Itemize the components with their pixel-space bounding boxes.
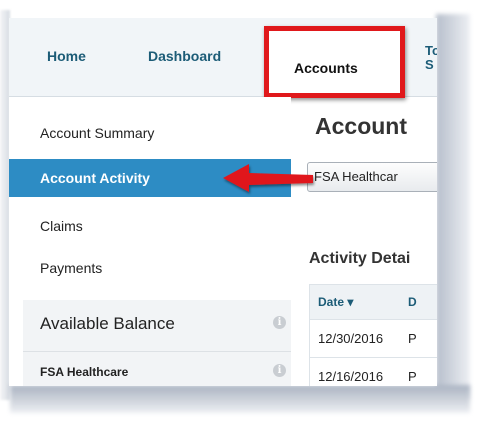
table-cell-date: 12/16/2016 (318, 369, 384, 384)
table-cell-description: P (408, 331, 417, 346)
column-header-date[interactable]: Date ▾ (318, 295, 353, 309)
main-content: Account FSA Healthcar Activity Detai Dat… (291, 97, 437, 386)
frame-shadow-bottom (10, 385, 470, 413)
sidebar-item-claims[interactable]: Claims (9, 209, 291, 243)
screenshot-frame: Home Dashboard Accounts To S Account Sum… (0, 0, 478, 430)
sidebar-item-account-summary[interactable]: Account Summary (9, 116, 291, 150)
nav-tab-truncated-line1: To (425, 43, 437, 58)
nav-tab-accounts-label: Accounts (294, 60, 358, 76)
info-icon[interactable]: i (273, 364, 286, 377)
table-cell-date: 12/30/2016 (318, 331, 384, 346)
nav-tab-truncated[interactable]: To S (425, 44, 437, 72)
info-icon[interactable]: i (273, 316, 286, 329)
column-header-description[interactable]: D (408, 295, 417, 309)
table-header: Date ▾ D (309, 284, 437, 320)
page-title: Account (315, 113, 407, 139)
page-viewport: Home Dashboard Accounts To S Account Sum… (9, 18, 437, 386)
table-row[interactable]: 12/16/2016 P (309, 358, 437, 386)
account-select[interactable]: FSA Healthcar (307, 162, 437, 192)
available-balance-title: Available Balance (40, 314, 175, 333)
nav-tab-dashboard[interactable]: Dashboard (148, 48, 221, 64)
sidebar: Account Summary Account Activity Claims … (9, 97, 291, 386)
available-balance-panel: Available Balance i FSA Healthcare i (23, 300, 291, 386)
balance-divider (23, 351, 291, 352)
nav-tab-truncated-line2: S (425, 57, 434, 72)
balance-account-fsa-healthcare: FSA Healthcare (40, 365, 129, 379)
table-row[interactable]: 12/30/2016 P (309, 320, 437, 358)
sidebar-item-account-activity[interactable]: Account Activity (9, 159, 291, 197)
activity-details-heading: Activity Detai (309, 250, 411, 267)
nav-tab-home[interactable]: Home (47, 48, 86, 64)
nav-tab-accounts[interactable]: Accounts (265, 26, 403, 96)
sidebar-item-payments[interactable]: Payments (9, 251, 291, 285)
top-navigation: Home Dashboard Accounts To S (9, 18, 437, 98)
frame-shadow-right (436, 14, 470, 399)
table-cell-description: P (408, 369, 417, 384)
